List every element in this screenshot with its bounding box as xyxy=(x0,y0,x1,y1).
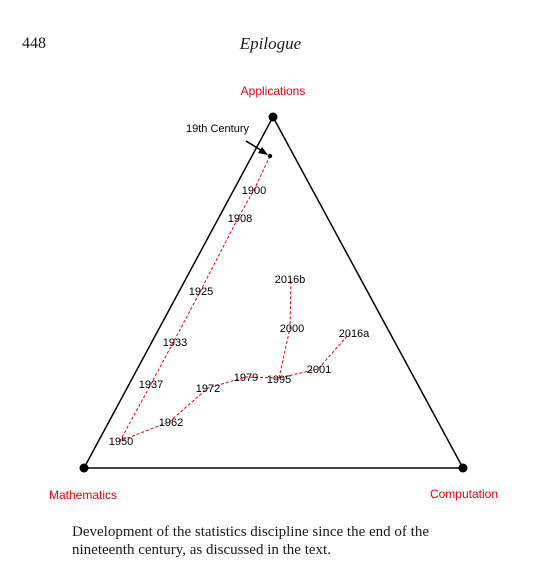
vertex-mathematics xyxy=(79,463,89,473)
start-annotation: 19th Century xyxy=(186,123,249,135)
year-label: 1962 xyxy=(159,417,183,429)
year-label: 2016b xyxy=(275,274,306,286)
figure-caption: Development of the statistics discipline… xyxy=(72,524,429,558)
vertex-label-computation: Computation xyxy=(430,487,498,501)
vertex-label-mathematics: Mathematics xyxy=(49,488,117,502)
trajectory-main xyxy=(118,155,351,442)
annotation-arrow-head xyxy=(258,147,268,155)
year-label: 1900 xyxy=(242,185,266,197)
year-label: 1972 xyxy=(196,383,220,395)
vertex-applications xyxy=(268,112,278,122)
year-label: 1950 xyxy=(109,436,133,448)
ternary-figure: Applications Mathematics Computation 19t… xyxy=(49,84,498,502)
year-label: 1925 xyxy=(189,286,213,298)
year-label: 1908 xyxy=(228,213,252,225)
year-label: 2001 xyxy=(307,364,331,376)
year-label: 1933 xyxy=(163,337,187,349)
start-point xyxy=(267,153,273,159)
vertex-label-applications: Applications xyxy=(241,84,306,98)
year-label: 1937 xyxy=(139,379,163,391)
year-label: 2016a xyxy=(339,328,370,340)
vertex-computation xyxy=(458,463,468,473)
year-label: 2000 xyxy=(280,323,304,335)
year-label: 1979 xyxy=(234,372,258,384)
year-label: 1995 xyxy=(267,374,291,386)
triangle-outline xyxy=(82,115,465,469)
